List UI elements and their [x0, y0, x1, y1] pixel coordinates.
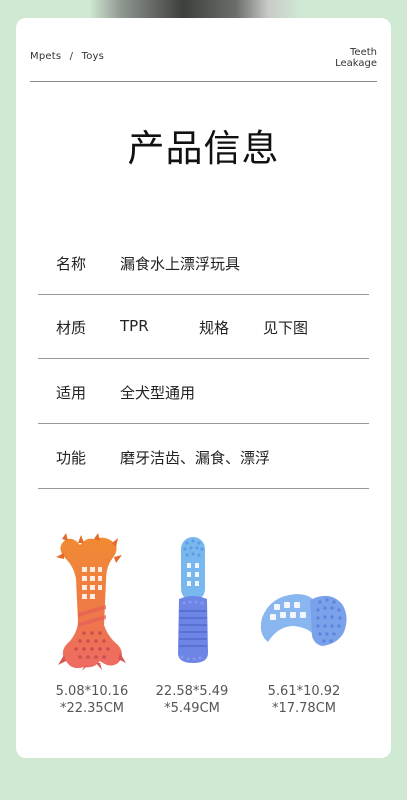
spec-label: 功能	[56, 449, 87, 467]
tagline-line-2: Leakage	[335, 58, 377, 69]
spec-row-material: 材质 TPR 规格 见下图	[38, 294, 369, 359]
spec-label: 材质	[56, 319, 87, 337]
spec-value: 磨牙洁齿、漏食、漂浮	[120, 449, 271, 467]
stick-toy-icon	[178, 537, 208, 663]
spec-row-function: 功能 磨牙洁齿、漏食、漂浮	[38, 424, 369, 489]
spec-row-name: 名称 漏食水上漂浮玩具	[38, 230, 369, 295]
brand-name: Mpets	[30, 51, 62, 62]
header-photo-strip	[0, 0, 407, 18]
stick-toy-dimensions: 22.58*5.49 *5.49CM	[142, 683, 242, 717]
tagline-line-1: Teeth	[350, 47, 377, 58]
spec-value-size: 见下图	[263, 319, 309, 337]
spec-row-suitable: 适用 全犬型通用	[38, 359, 369, 424]
spec-label: 名称	[56, 255, 87, 273]
spec-value: 漏食水上漂浮玩具	[120, 255, 241, 273]
spec-value: TPR	[120, 317, 149, 335]
dimension-line-2: *5.49CM	[164, 701, 220, 716]
dimension-line-2: *22.35CM	[59, 701, 124, 716]
dimension-line-2: *17.78CM	[271, 701, 336, 716]
dimension-line-1: 5.08*10.16	[55, 684, 129, 699]
page-title: 产品信息	[127, 127, 280, 170]
dimension-line-1: 5.61*10.92	[267, 684, 341, 699]
breadcrumb-category: Toys	[81, 51, 105, 62]
breadcrumb-separator: /	[69, 51, 74, 62]
bone-toy-dimensions: 5.08*10.16 *22.35CM	[42, 683, 142, 717]
tagline: Teeth Leakage	[335, 47, 377, 69]
curved-toy-icon	[260, 594, 347, 646]
header-divider	[30, 81, 377, 82]
dimension-line-1: 22.58*5.49	[155, 684, 229, 699]
spec-label-size: 规格	[199, 319, 230, 337]
spec-label: 适用	[56, 384, 87, 402]
breadcrumb: Mpets / Toys	[30, 51, 104, 62]
spec-value: 全犬型通用	[120, 384, 196, 402]
bone-toy-icon	[56, 533, 126, 671]
curved-toy-dimensions: 5.61*10.92 *17.78CM	[254, 683, 354, 717]
